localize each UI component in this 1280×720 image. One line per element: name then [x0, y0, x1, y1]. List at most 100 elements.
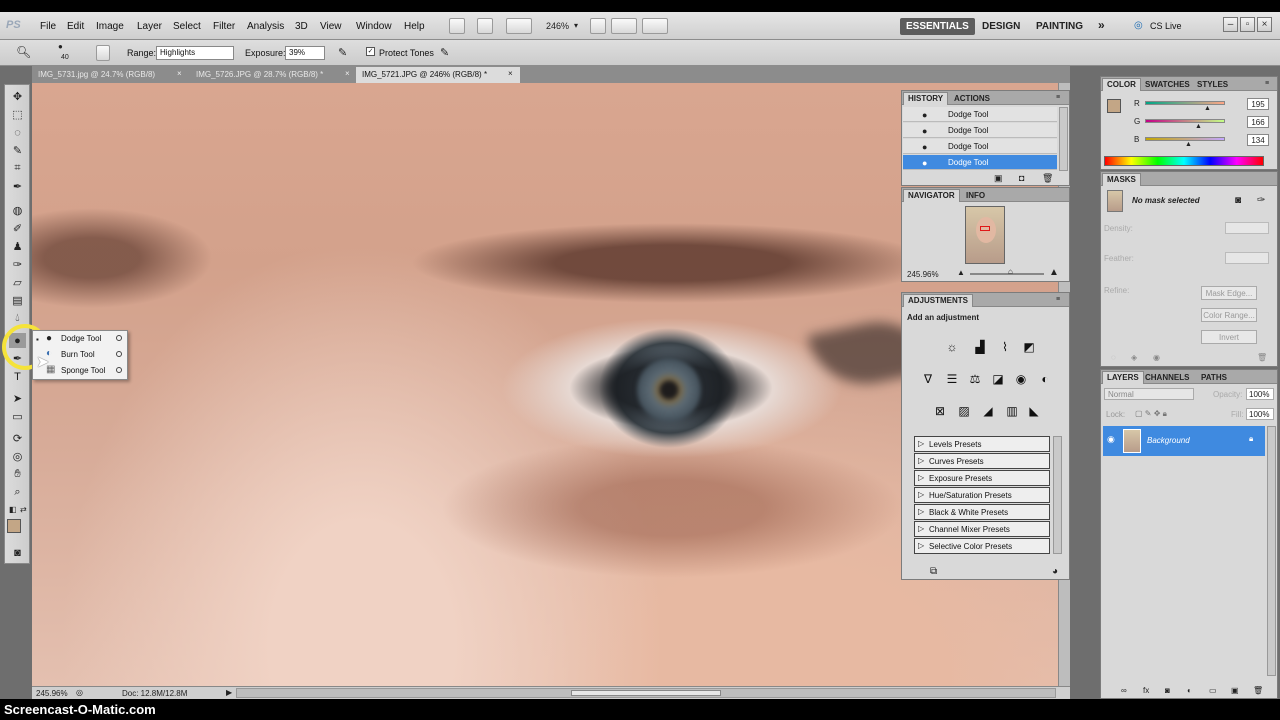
tab-info[interactable]: INFO — [962, 190, 989, 201]
link-layers-icon[interactable]: ∞ — [1121, 686, 1127, 695]
quick-selection-tool-icon[interactable]: ✎ — [9, 143, 26, 158]
disable-mask-icon[interactable]: ◉ — [1153, 353, 1160, 362]
move-tool-icon[interactable]: ✥ — [9, 89, 26, 104]
screen-mode-button[interactable] — [642, 18, 668, 34]
new-snapshot-icon[interactable]: ◘ — [1019, 173, 1024, 183]
menu-analysis[interactable]: Analysis — [247, 21, 284, 32]
3d-rotate-tool-icon[interactable]: ⟳ — [9, 431, 26, 446]
swap-colors-icon[interactable]: ⇄ — [20, 505, 27, 514]
tab-channels[interactable]: CHANNELS — [1141, 372, 1193, 383]
zoom-tool-icon[interactable]: ⌕ — [9, 485, 26, 500]
tab-close-icon[interactable]: × — [345, 69, 350, 78]
lasso-tool-icon[interactable]: ◌ — [9, 125, 26, 140]
range-select[interactable]: Highlights — [156, 46, 234, 60]
blue-value[interactable]: 134 — [1247, 134, 1269, 146]
preset-hue-saturation[interactable]: Hue/Saturation Presets — [914, 487, 1050, 503]
feather-field[interactable] — [1225, 252, 1269, 264]
mini-bridge-button[interactable] — [477, 18, 493, 34]
brush-tool-icon[interactable]: ✐ — [9, 221, 26, 236]
workspace-essentials[interactable]: ESSENTIALS — [900, 18, 975, 35]
layer-style-icon[interactable]: fx — [1143, 686, 1149, 695]
marquee-tool-icon[interactable]: ⬚ — [9, 107, 26, 122]
bridge-button[interactable] — [449, 18, 465, 34]
3d-orbit-tool-icon[interactable]: ◎ — [9, 449, 26, 464]
history-brush-tool-icon[interactable]: ✑ — [9, 257, 26, 272]
apply-mask-icon[interactable]: ◈ — [1131, 353, 1137, 362]
threshold-icon[interactable]: ◢ — [980, 403, 996, 419]
brush-preview-icon[interactable]: ● — [58, 42, 63, 51]
zoom-slider-handle[interactable]: ⌂ — [1008, 267, 1013, 276]
foreground-color-swatch[interactable] — [7, 519, 21, 533]
workspace-design[interactable]: DESIGN — [976, 18, 1026, 35]
navigator-view-box[interactable] — [980, 226, 990, 231]
flyout-dodge-tool[interactable]: Dodge Tool — [33, 331, 127, 346]
workspace-painting[interactable]: PAINTING — [1030, 18, 1089, 35]
visibility-eye-icon[interactable]: ◉ — [1107, 434, 1115, 445]
red-value[interactable]: 195 — [1247, 98, 1269, 110]
protect-tones-checkbox[interactable]: ✓ — [366, 47, 375, 56]
delete-mask-icon[interactable]: 🗑︎ — [1257, 353, 1267, 362]
selective-color-icon[interactable]: ◣ — [1026, 403, 1042, 419]
navigator-zoom-slider[interactable] — [970, 273, 1044, 275]
adjustments-clip-icon[interactable]: ◕ — [1052, 566, 1058, 577]
tab-masks[interactable]: MASKS — [1102, 173, 1141, 186]
preset-levels[interactable]: Levels Presets — [914, 436, 1050, 452]
menu-select[interactable]: Select — [173, 21, 201, 32]
menu-view[interactable]: View — [320, 21, 342, 32]
preset-black-white[interactable]: Black & White Presets — [914, 504, 1050, 520]
navigator-zoom[interactable]: 245.96% — [907, 270, 939, 279]
status-doc-size[interactable]: Doc: 12.8M/12.8M — [122, 689, 187, 698]
density-field[interactable] — [1225, 222, 1269, 234]
presets-scrollbar[interactable] — [1053, 436, 1062, 554]
tab-navigator[interactable]: NAVIGATOR — [903, 189, 960, 202]
fill-input[interactable]: 100% — [1246, 408, 1274, 420]
navigator-thumbnail[interactable] — [965, 206, 1005, 264]
brush-panel-button[interactable] — [96, 45, 110, 61]
gradient-tool-icon[interactable]: ▤ — [9, 293, 26, 308]
horizontal-scrollbar[interactable] — [236, 688, 1056, 698]
zoom-out-icon[interactable]: ▲ — [957, 268, 965, 277]
new-document-from-state-icon[interactable]: ▣ — [994, 173, 1003, 184]
crop-tool-icon[interactable]: ⌗ — [9, 161, 26, 176]
maximize-button[interactable]: ▫ — [1240, 17, 1255, 32]
tab-styles[interactable]: STYLES — [1193, 79, 1232, 90]
minimize-button[interactable]: – — [1223, 17, 1238, 32]
menu-layer[interactable]: Layer — [137, 21, 162, 32]
tab-img-5726[interactable]: IMG_5726.JPG @ 28.7% (RGB/8) * — [190, 67, 329, 83]
foreground-swatch[interactable] — [1107, 99, 1121, 113]
history-scrollbar[interactable] — [1059, 107, 1068, 171]
tab-adjustments[interactable]: ADJUSTMENTS — [903, 294, 974, 307]
status-zoom[interactable]: 245.96% — [36, 689, 68, 698]
quick-mask-icon[interactable]: ◙ — [9, 545, 26, 560]
eraser-tool-icon[interactable]: ▱ — [9, 275, 26, 290]
status-arrow-icon[interactable]: ▶ — [226, 688, 232, 697]
new-adjustment-layer-icon[interactable]: ◐ — [1187, 686, 1192, 695]
tab-actions[interactable]: ACTIONS — [950, 93, 994, 104]
cslive-icon[interactable]: ◎ — [1134, 20, 1143, 31]
curves-icon[interactable]: ⌇ — [997, 339, 1013, 355]
preset-curves[interactable]: Curves Presets — [914, 453, 1050, 469]
menu-3d[interactable]: 3D — [295, 21, 308, 32]
lock-icon[interactable]: ▢ ✎ ✥ 🔒︎ — [1135, 409, 1167, 419]
tab-color[interactable]: COLOR — [1102, 78, 1141, 91]
zoom-in-icon[interactable]: ▲ — [1049, 267, 1059, 278]
vibrance-icon[interactable]: ∇ — [920, 371, 936, 387]
brightness-contrast-icon[interactable]: ☼ — [944, 339, 960, 355]
close-button[interactable]: × — [1257, 17, 1272, 32]
delete-layer-icon[interactable]: 🗑︎ — [1253, 686, 1263, 695]
delete-state-icon[interactable]: 🗑︎ — [1042, 173, 1053, 184]
shape-tool-icon[interactable]: ▭ — [9, 409, 26, 424]
hand-tool-button[interactable] — [590, 18, 606, 34]
new-group-icon[interactable]: ▭ — [1209, 686, 1217, 695]
hand-tool-icon[interactable]: ✋︎ — [9, 467, 26, 482]
color-balance-icon[interactable]: ⚖ — [967, 371, 983, 387]
panel-menu-icon[interactable]: ≡ — [1261, 79, 1273, 88]
blend-mode-select[interactable]: Normal — [1104, 388, 1194, 400]
tab-swatches[interactable]: SWATCHES — [1141, 79, 1194, 90]
preset-selective-color[interactable]: Selective Color Presets — [914, 538, 1050, 554]
new-layer-icon[interactable]: ▣ — [1231, 686, 1239, 695]
layer-name[interactable]: Background — [1147, 436, 1190, 445]
type-tool-icon[interactable]: T — [9, 369, 26, 384]
tab-img-5731[interactable]: IMG_5731.jpg @ 24.7% (RGB/8) — [32, 67, 161, 83]
airbrush-icon[interactable]: ✎ — [338, 46, 347, 59]
